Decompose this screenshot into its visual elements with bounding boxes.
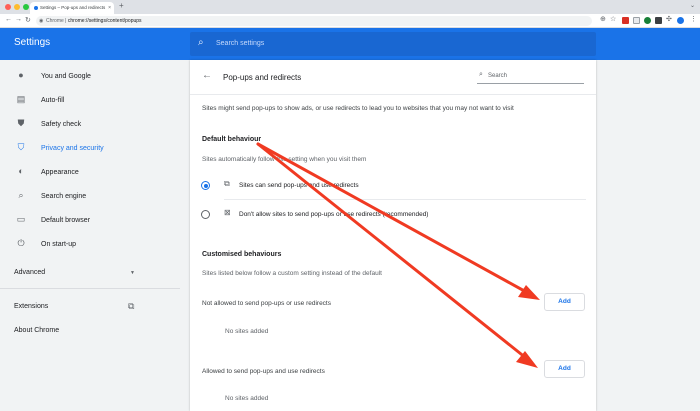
- url-host: Chrome: [46, 18, 64, 24]
- option-block-label[interactable]: Don't allow sites to send pop-ups or use…: [239, 211, 428, 218]
- address-bar[interactable]: ◉ Chrome | chrome://settings/content/pop…: [36, 16, 592, 26]
- divider: [224, 199, 586, 200]
- person-icon: ●: [18, 70, 24, 80]
- settings-search-input[interactable]: ⌕ Search settings: [190, 32, 596, 56]
- open-in-new-icon[interactable]: ⧉: [128, 301, 134, 312]
- search-placeholder: Search settings: [216, 40, 265, 47]
- sidebar-divider: [0, 288, 180, 289]
- sidebar-advanced[interactable]: Advanced: [14, 269, 45, 276]
- sidebar-item-label: Auto-fill: [41, 97, 65, 104]
- sidebar-item-safety-check[interactable]: ⛊ Safety check: [0, 113, 180, 137]
- settings-header: Settings ⌕ Search settings: [0, 28, 700, 60]
- url-path: chrome://settings/content/popups: [67, 18, 142, 24]
- open-in-new-icon: ⧉: [224, 179, 230, 188]
- profile-avatar[interactable]: [677, 17, 684, 24]
- sidebar-item-you-and-google[interactable]: ● You and Google: [0, 65, 180, 89]
- chevron-down-icon[interactable]: ▼: [130, 270, 135, 276]
- browser-tab[interactable]: Settings – Pop-ups and redirects ×: [30, 2, 114, 14]
- menu-icon[interactable]: ⋮: [690, 15, 697, 23]
- extension-icon[interactable]: [622, 17, 629, 24]
- add-blocked-site-button[interactable]: Add: [544, 293, 585, 311]
- sidebar-item-on-startup[interactable]: ⏻ On start-up: [0, 233, 180, 257]
- customised-behaviours-sub: Sites listed below follow a custom setti…: [202, 270, 382, 277]
- default-behaviour-heading: Default behaviour: [202, 136, 262, 143]
- tab-title: Settings – Pop-ups and redirects: [40, 5, 106, 10]
- settings-card: ← Pop-ups and redirects ⌕ Search Sites m…: [190, 60, 596, 411]
- tab-search-icon[interactable]: ⌄: [690, 2, 695, 9]
- sidebar-about-chrome[interactable]: About Chrome: [14, 327, 59, 334]
- search-placeholder: Search: [488, 73, 508, 79]
- sidebar-item-privacy-security[interactable]: ⛉ Privacy and security: [0, 137, 180, 161]
- sidebar-item-appearance[interactable]: ◐ Appearance: [0, 161, 180, 185]
- back-arrow-icon[interactable]: ←: [202, 70, 212, 81]
- sidebar-item-label: Appearance: [41, 169, 79, 176]
- extension-icon[interactable]: [644, 17, 651, 24]
- shield-check-icon: ⛊: [17, 118, 25, 128]
- tab-close-icon[interactable]: ×: [108, 2, 111, 14]
- section-description: Sites might send pop-ups to show ads, or…: [202, 105, 514, 112]
- radio-allow[interactable]: [201, 181, 210, 190]
- browser-icon: ▭: [16, 214, 26, 224]
- maximize-window-button[interactable]: [23, 4, 29, 10]
- browser-toolbar: ← → ↻ ◉ Chrome | chrome://settings/conte…: [0, 14, 700, 28]
- reload-icon[interactable]: ↻: [25, 16, 31, 24]
- default-behaviour-sub: Sites automatically follow this setting …: [202, 156, 367, 163]
- blocked-empty-text: No sites added: [225, 328, 269, 335]
- search-icon: ⌕: [198, 37, 204, 48]
- block-popup-icon: ⊠: [224, 208, 231, 217]
- shield-icon: ⛉: [17, 142, 25, 152]
- allowed-empty-text: No sites added: [225, 395, 269, 402]
- section-search-input[interactable]: ⌕ Search: [477, 70, 584, 84]
- zoom-icon[interactable]: ⊕: [600, 15, 606, 23]
- sidebar-extensions-link[interactable]: Extensions: [14, 303, 48, 310]
- power-icon: ⏻: [17, 238, 25, 248]
- extension-icon[interactable]: [633, 17, 640, 24]
- clipboard-icon: ▤: [16, 94, 26, 104]
- back-icon[interactable]: ←: [5, 16, 12, 23]
- customised-behaviours-heading: Customised behaviours: [202, 251, 282, 258]
- sidebar-item-default-browser[interactable]: ▭ Default browser: [0, 209, 180, 233]
- allowed-sites-heading: Allowed to send pop-ups and use redirect…: [202, 368, 325, 375]
- puzzle-icon[interactable]: ✣: [666, 15, 672, 23]
- option-allow-label[interactable]: Sites can send pop-ups and use redirects: [239, 182, 359, 189]
- forward-icon[interactable]: →: [15, 16, 22, 23]
- palette-icon: ◐: [18, 166, 24, 176]
- add-allowed-site-button[interactable]: Add: [544, 360, 585, 378]
- sidebar: ● You and Google ▤ Auto-fill ⛊ Safety ch…: [0, 60, 180, 411]
- site-info-icon[interactable]: ◉: [39, 16, 43, 26]
- sidebar-item-label: On start-up: [41, 241, 77, 248]
- blocked-sites-heading: Not allowed to send pop-ups or use redir…: [202, 300, 331, 307]
- new-tab-button[interactable]: +: [119, 1, 124, 10]
- divider: [190, 94, 596, 95]
- page-title: Settings: [14, 37, 51, 48]
- search-icon: ⌕: [479, 71, 483, 78]
- extension-icon[interactable]: [655, 17, 662, 24]
- minimize-window-button[interactable]: [14, 4, 20, 10]
- close-window-button[interactable]: [5, 4, 11, 10]
- radio-block[interactable]: [201, 210, 210, 219]
- sidebar-item-label: Privacy and security: [41, 145, 104, 152]
- search-icon: ⌕: [18, 190, 24, 200]
- tab-strip: Settings – Pop-ups and redirects × + ⌄: [0, 0, 700, 14]
- sidebar-item-autofill[interactable]: ▤ Auto-fill: [0, 89, 180, 113]
- settings-favicon: [34, 6, 38, 10]
- sidebar-item-search-engine[interactable]: ⌕ Search engine: [0, 185, 180, 209]
- sidebar-item-label: Safety check: [41, 121, 82, 128]
- section-title: Pop-ups and redirects: [223, 73, 302, 82]
- sidebar-item-label: Search engine: [41, 193, 87, 200]
- sidebar-item-label: You and Google: [41, 73, 91, 80]
- sidebar-item-label: Default browser: [41, 217, 91, 224]
- star-icon[interactable]: ☆: [610, 15, 616, 23]
